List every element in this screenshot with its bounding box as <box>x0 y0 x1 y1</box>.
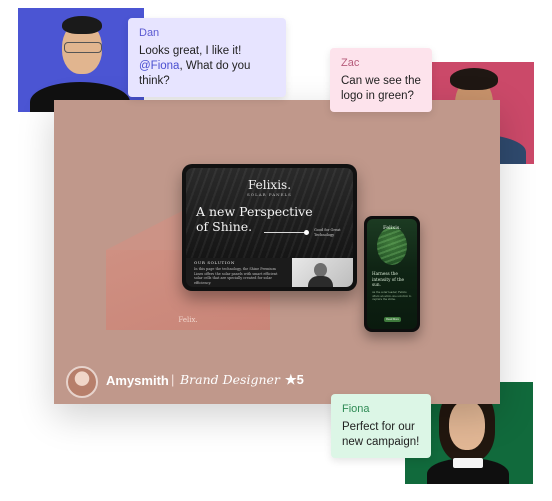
tablet-mockup: Felixis. SOLAR PANELS A new Perspective … <box>182 164 357 291</box>
tablet-section-title: OUR SOLUTION <box>194 260 235 265</box>
envelope-brand: Felix. <box>178 316 198 324</box>
tablet-tagline: SOLAR PANELS <box>247 192 292 197</box>
portrait-head <box>314 263 327 277</box>
portrait-body <box>308 276 333 287</box>
tablet-logo: Felixis. <box>247 178 292 192</box>
phone-cta-button: Read More <box>384 317 401 322</box>
tablet-screen: Felixis. SOLAR PANELS A new Perspective … <box>186 168 353 287</box>
phone-headline: Harness the intensity of the sun. <box>372 271 405 287</box>
tablet-slider-dot <box>304 230 309 235</box>
comment-text-line-2: @Fiona, What do you think? <box>139 59 275 89</box>
comment-text: Perfect for our new campaign! <box>342 421 420 448</box>
tablet-body-text: In this page the technology, the Shine P… <box>194 267 278 285</box>
tablet-side-note: Good for Great Technology <box>314 228 341 237</box>
comment-dan[interactable]: Dan Looks great, I like it! @Fiona, What… <box>128 18 286 97</box>
comment-fiona[interactable]: Fiona Perfect for our new campaign! <box>331 394 431 458</box>
tablet-slider-line <box>264 232 306 233</box>
comment-author: Fiona <box>342 403 370 415</box>
designer-name[interactable]: Amysmith <box>106 373 169 388</box>
mention-link[interactable]: @Fiona <box>139 60 179 72</box>
tablet-portrait-image <box>292 258 353 287</box>
leaf-image <box>377 227 407 265</box>
tablet-headline: A new Perspective of Shine. <box>196 204 313 234</box>
phone-screen: Felixis. Harness the intensity of the su… <box>367 219 417 329</box>
phone-logo: Felixis. <box>383 225 401 231</box>
comment-zac[interactable]: Zac Can we see the logo in green? <box>330 48 432 112</box>
phone-body-text: As the solar leader, Felixis offers an a… <box>372 291 412 302</box>
designer-role: Brand Designer <box>180 372 280 387</box>
designer-avatar[interactable] <box>66 366 98 398</box>
zac-hair <box>450 68 498 90</box>
comment-author: Dan <box>139 27 160 39</box>
dan-hair <box>62 16 102 34</box>
comment-text: Can we see the logo in green? <box>341 75 421 102</box>
designer-rating: ★5 <box>285 372 304 387</box>
comment-author: Zac <box>341 57 360 69</box>
fiona-face <box>449 400 485 450</box>
designer-separator: | <box>171 372 175 387</box>
dan-glasses <box>64 42 102 53</box>
tablet-text-column: OUR SOLUTION In this page the technology… <box>194 260 284 285</box>
fiona-collar <box>453 458 483 468</box>
dan-photo <box>18 8 144 112</box>
phone-mockup: Felixis. Harness the intensity of the su… <box>364 216 420 332</box>
comment-text-line-1: Looks great, I like it! <box>139 45 242 57</box>
design-preview-card[interactable]: Felix. Felixis. SOLAR PANELS A new Persp… <box>54 100 500 404</box>
